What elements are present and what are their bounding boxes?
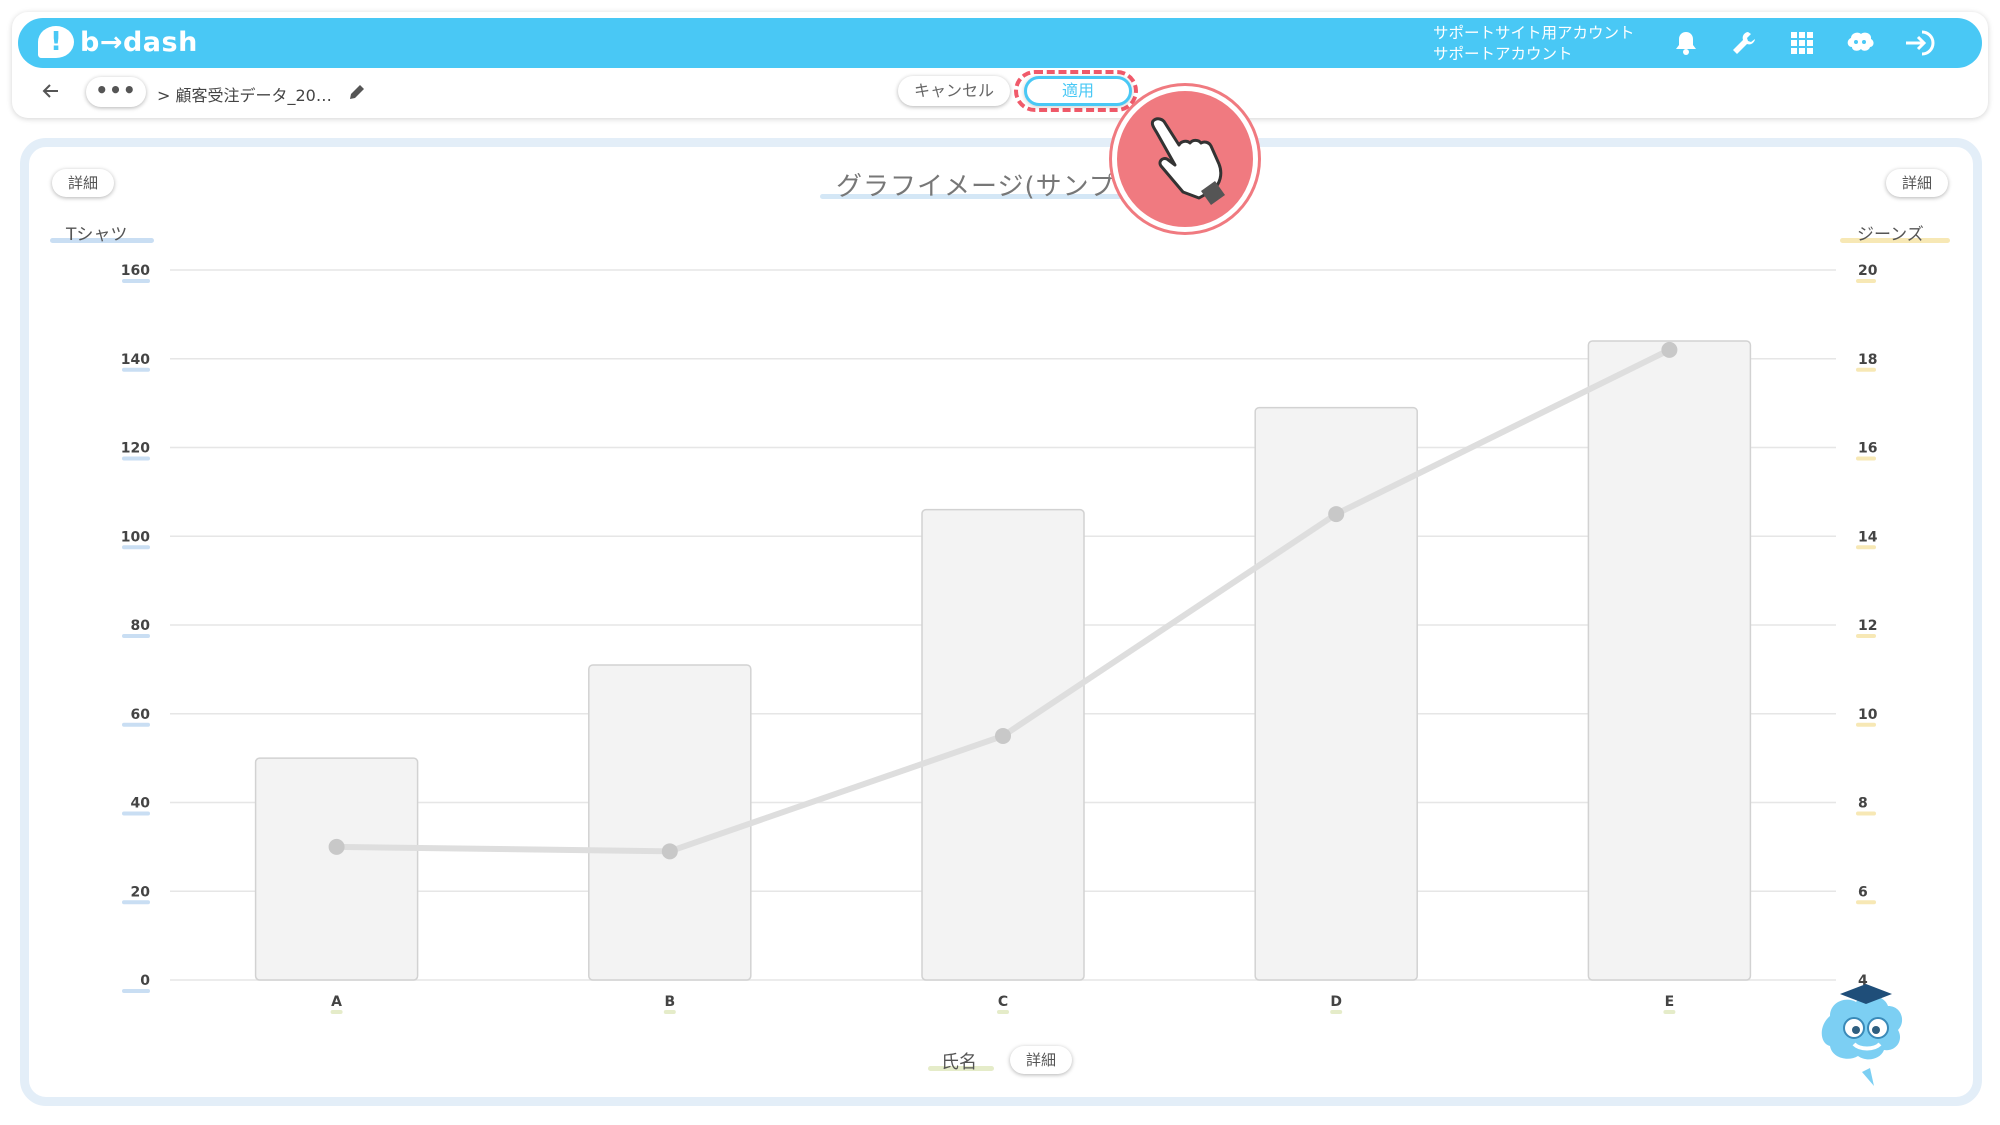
left-tick-underline <box>122 722 150 727</box>
left-tick-underline <box>122 634 150 638</box>
x-tick-underline <box>1663 1010 1676 1014</box>
left-tick-label: 80 <box>131 618 151 634</box>
left-tick-label: 40 <box>131 796 151 812</box>
right-tick-label: 12 <box>1858 618 1877 634</box>
right-tick-underline <box>1856 456 1876 461</box>
x-tick-label: B <box>664 994 675 1010</box>
bar-D <box>1254 406 1418 981</box>
click-pointer-badge <box>1112 86 1258 232</box>
left-tick-label: 60 <box>131 707 151 723</box>
left-tick-label: 160 <box>121 263 150 279</box>
bar-A <box>254 757 419 981</box>
line-point-E <box>1661 341 1678 358</box>
x-tick-underline <box>997 1010 1009 1014</box>
left-tick-underline <box>122 989 150 993</box>
bar-B <box>588 664 752 981</box>
right-tick-label: 6 <box>1858 884 1868 900</box>
x-tick-label: C <box>998 994 1008 1010</box>
right-tick-underline <box>1856 811 1876 816</box>
left-tick-underline <box>122 279 150 283</box>
left-tick-label: 140 <box>121 352 150 368</box>
right-tick-label: 16 <box>1858 441 1877 457</box>
bar-E <box>1587 340 1752 981</box>
left-tick-underline <box>122 811 150 816</box>
right-tick-underline <box>1856 722 1876 727</box>
right-tick-label: 10 <box>1858 707 1878 723</box>
x-tick-label: A <box>331 994 342 1010</box>
line-point-B <box>661 843 678 860</box>
left-tick-underline <box>122 456 150 461</box>
bar-C <box>921 508 1085 981</box>
x-tick-underline <box>1330 1010 1343 1014</box>
mascot-assistant-icon[interactable] <box>1810 976 1914 1092</box>
right-tick-underline <box>1856 634 1876 638</box>
line-point-D <box>1328 506 1345 523</box>
right-tick-underline <box>1856 279 1876 283</box>
line-point-A <box>328 838 345 855</box>
right-tick-label: 8 <box>1858 796 1868 812</box>
x-tick-label: D <box>1330 994 1342 1010</box>
x-tick-label: E <box>1665 994 1675 1010</box>
left-tick-label: 0 <box>140 973 150 989</box>
left-tick-underline <box>122 545 150 550</box>
right-tick-label: 14 <box>1858 529 1878 545</box>
left-tick-label: 20 <box>131 884 151 900</box>
left-tick-underline <box>122 900 150 905</box>
left-tick-label: 120 <box>121 441 150 457</box>
line-point-C <box>995 727 1011 744</box>
pointing-hand-icon <box>1150 117 1225 205</box>
right-tick-underline <box>1856 367 1876 372</box>
left-tick-label: 100 <box>121 529 150 545</box>
right-tick-label: 18 <box>1858 352 1877 368</box>
right-tick-underline <box>1856 545 1876 550</box>
left-tick-underline <box>122 367 150 372</box>
x-tick-underline <box>663 1010 676 1014</box>
x-tick-underline <box>330 1010 343 1014</box>
right-tick-label: 20 <box>1858 263 1878 279</box>
right-tick-underline <box>1856 900 1876 905</box>
combo-chart: 020406080100120140160468101214161820A B C D… <box>121 263 1878 1014</box>
